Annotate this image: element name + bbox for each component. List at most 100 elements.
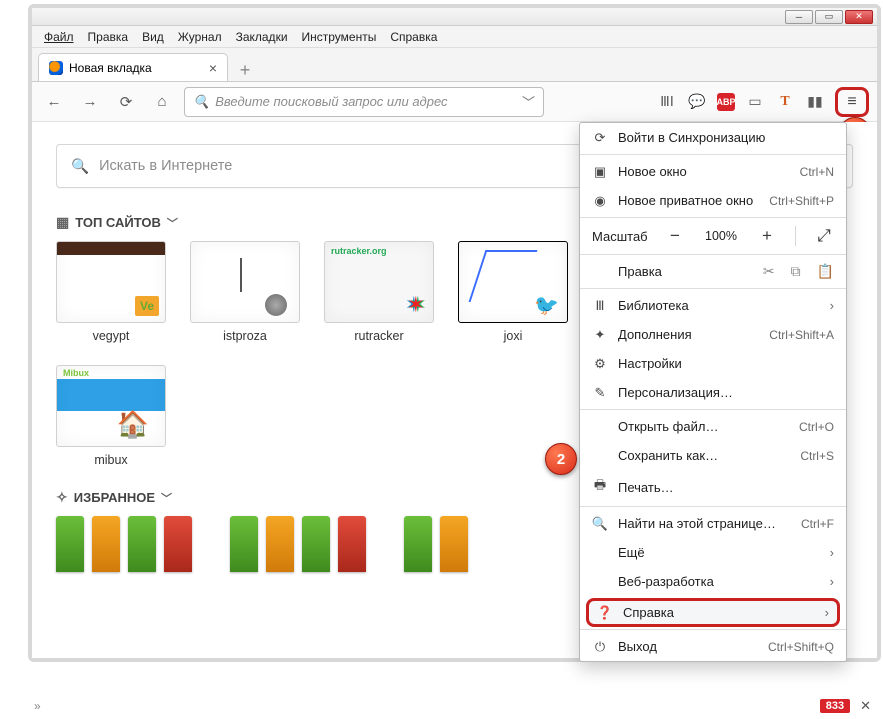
navigation-toolbar: ← → ⟳ ⌂ 🔍 Введите поисковый запрос или а… — [32, 82, 877, 122]
toolbar-extensions: ⅢⅠ 💬 ABP ▭ T ▮▮ ≡ 1 — [657, 87, 869, 117]
chevron-right-icon: › — [830, 545, 834, 560]
library-icon[interactable]: ⅢⅠ — [657, 92, 677, 112]
books-icon[interactable]: ▮▮ — [805, 92, 825, 112]
annotation-callout-2: 2 — [545, 443, 577, 475]
tile-thumbnail — [56, 241, 166, 323]
tab-close-icon[interactable]: × — [209, 60, 217, 76]
menu-open-file[interactable]: Открыть файл… Ctrl+O — [580, 412, 846, 441]
window-icon: ▣ — [592, 164, 608, 180]
menu-history[interactable]: Журнал — [172, 28, 228, 46]
menu-new-window[interactable]: ▣ Новое окно Ctrl+N — [580, 157, 846, 186]
menu-edit[interactable]: Правка — [82, 28, 135, 46]
reload-button[interactable]: ⟳ — [112, 88, 140, 116]
zoom-value: 100% — [699, 229, 743, 243]
search-placeholder: Искать в Интернете — [99, 158, 232, 174]
window-titlebar: ─ ▭ ✕ — [32, 8, 877, 26]
app-menu-button[interactable]: ≡ — [835, 87, 869, 117]
brush-icon: ✎ — [592, 385, 608, 401]
cut-icon[interactable]: ✂ — [763, 263, 775, 280]
firefox-favicon-icon — [49, 61, 63, 75]
tab-strip: Новая вкладка × + — [32, 48, 877, 82]
chevron-down-icon: ﹀ — [161, 490, 172, 506]
search-icon: 🔍 — [592, 516, 608, 532]
tile-rutracker[interactable]: rutracker — [324, 241, 434, 343]
tile-joxi[interactable]: joxi — [458, 241, 568, 343]
puzzle-icon: ✦ — [592, 327, 608, 343]
chevron-right-icon: › — [830, 574, 834, 589]
back-button[interactable]: ← — [40, 88, 68, 116]
paste-icon[interactable]: 📋 — [817, 263, 834, 280]
menu-sync[interactable]: ⟳ Войти в Синхронизацию — [580, 123, 846, 152]
zoom-in-button[interactable]: + — [753, 224, 781, 248]
adblock-icon[interactable]: ABP — [717, 93, 735, 111]
power-icon: ⏻ — [592, 639, 608, 655]
menu-zoom: Масштаб − 100% + ⤢ — [580, 220, 846, 252]
gear-icon: ⚙ — [592, 356, 608, 372]
menu-separator — [580, 506, 846, 507]
tile-vegypt[interactable]: vegypt — [56, 241, 166, 343]
address-bar[interactable]: 🔍 Введите поисковый запрос или адрес ﹀ — [184, 87, 544, 117]
menu-separator — [580, 217, 846, 218]
tile-thumbnail — [324, 241, 434, 323]
chevron-right-icon: › — [830, 298, 834, 313]
menu-settings[interactable]: ⚙ Настройки — [580, 349, 846, 378]
os-menubar: Файл Правка Вид Журнал Закладки Инструме… — [32, 26, 877, 48]
reader-icon[interactable]: ▭ — [745, 92, 765, 112]
chevron-right-icon: › — [825, 605, 829, 620]
tile-thumbnail — [190, 241, 300, 323]
copy-icon[interactable]: ⧉ — [791, 263, 801, 280]
sparkle-icon: ✧ — [56, 489, 68, 506]
menu-help[interactable]: Справка — [384, 28, 443, 46]
menu-separator — [580, 288, 846, 289]
menu-web-developer[interactable]: Веб-разработка › — [580, 567, 846, 596]
search-icon: 🔍 — [193, 94, 209, 110]
menu-bookmarks[interactable]: Закладки — [230, 28, 294, 46]
highlight-card[interactable] — [404, 516, 468, 572]
tile-thumbnail — [458, 241, 568, 323]
dismiss-icon[interactable]: ✕ — [860, 698, 871, 714]
close-window-button[interactable]: ✕ — [845, 10, 873, 24]
text-tool-icon[interactable]: T — [775, 92, 795, 112]
menu-print[interactable]: 🖶 Печать… — [580, 470, 846, 504]
chevron-down-icon: ﹀ — [167, 215, 178, 231]
fullscreen-button[interactable]: ⤢ — [810, 224, 838, 248]
menu-tools[interactable]: Инструменты — [296, 28, 383, 46]
forward-button[interactable]: → — [76, 88, 104, 116]
menu-save-as[interactable]: Сохранить как… Ctrl+S — [580, 441, 846, 470]
address-placeholder: Введите поисковый запрос или адрес — [215, 94, 447, 109]
home-button[interactable]: ⌂ — [148, 88, 176, 116]
expand-icon[interactable]: » — [34, 699, 41, 713]
notification-badge[interactable]: 833 — [820, 699, 850, 713]
menu-help-highlighted[interactable]: ❓ Справка › — [586, 598, 840, 627]
zoom-out-button[interactable]: − — [661, 224, 689, 248]
maximize-button[interactable]: ▭ — [815, 10, 843, 24]
search-icon: 🔍 — [71, 158, 89, 175]
sync-icon: ⟳ — [592, 130, 608, 146]
tab-active[interactable]: Новая вкладка × — [38, 53, 228, 81]
new-tab-button[interactable]: + — [232, 59, 258, 81]
address-dropdown-icon[interactable]: ﹀ — [522, 92, 535, 111]
mask-icon: ◉ — [592, 193, 608, 209]
status-strip: » 833 ✕ — [34, 697, 871, 715]
menu-edit: Правка ✂ ⧉ 📋 — [580, 257, 846, 286]
highlight-card[interactable] — [56, 516, 192, 572]
chat-icon[interactable]: 💬 — [687, 92, 707, 112]
library-icon: Ⅲ — [592, 298, 608, 314]
menu-customize[interactable]: ✎ Персонализация… — [580, 378, 846, 407]
menu-file[interactable]: Файл — [38, 28, 80, 46]
minimize-button[interactable]: ─ — [785, 10, 813, 24]
highlight-card[interactable] — [230, 516, 366, 572]
menu-new-private-window[interactable]: ◉ Новое приватное окно Ctrl+Shift+P — [580, 186, 846, 215]
menu-addons[interactable]: ✦ Дополнения Ctrl+Shift+A — [580, 320, 846, 349]
menu-separator — [580, 154, 846, 155]
menu-separator — [580, 629, 846, 630]
menu-library[interactable]: Ⅲ Библиотека › — [580, 291, 846, 320]
tile-mibux[interactable]: mibux — [56, 365, 166, 467]
tile-thumbnail — [56, 365, 166, 447]
tile-istproza[interactable]: istproza — [190, 241, 300, 343]
menu-view[interactable]: Вид — [136, 28, 170, 46]
menu-exit[interactable]: ⏻ Выход Ctrl+Shift+Q — [580, 632, 846, 661]
app-menu-panel: ⟳ Войти в Синхронизацию ▣ Новое окно Ctr… — [579, 122, 847, 662]
menu-find[interactable]: 🔍 Найти на этой странице… Ctrl+F — [580, 509, 846, 538]
menu-more[interactable]: Ещё › — [580, 538, 846, 567]
